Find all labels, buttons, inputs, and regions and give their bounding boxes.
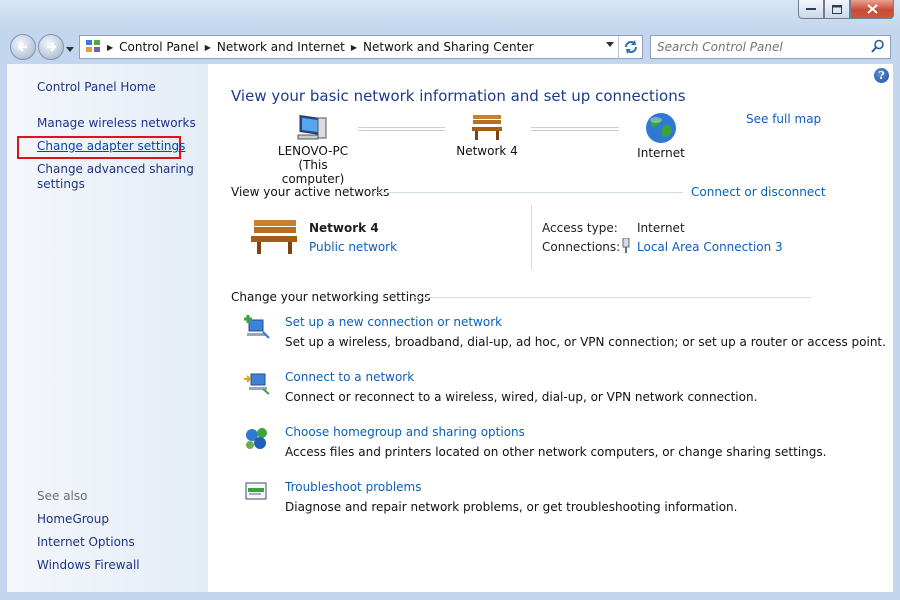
sidebar-link-change-adapter[interactable]: Change adapter settings xyxy=(37,139,185,154)
address-dropdown[interactable] xyxy=(606,41,614,50)
bench-icon xyxy=(251,220,297,254)
active-networks-heading: View your active networks xyxy=(231,185,390,199)
task-title[interactable]: Choose homegroup and sharing options xyxy=(285,424,826,440)
bench-icon xyxy=(472,115,502,140)
connect-or-disconnect-link[interactable]: Connect or disconnect xyxy=(691,185,826,199)
task-connect-network: Connect to a network Connect or reconnec… xyxy=(244,369,758,405)
maximize-icon xyxy=(832,4,842,14)
title-bar xyxy=(0,0,900,30)
task-title[interactable]: Connect to a network xyxy=(285,369,757,385)
internet-map-name: Internet xyxy=(637,146,685,160)
task-new-connection: Set up a new connection or network Set u… xyxy=(244,314,886,350)
connect-network-icon xyxy=(243,369,271,397)
chevron-down-icon xyxy=(606,42,614,47)
globe-icon xyxy=(646,113,676,143)
see-also-heading: See also xyxy=(37,489,88,503)
access-type-label: Access type: xyxy=(542,221,618,235)
forward-button[interactable] xyxy=(38,34,64,60)
computer-name: LENOVO-PC xyxy=(277,144,349,158)
computer-sub: (This computer) xyxy=(281,158,345,186)
network-type-link[interactable]: Public network xyxy=(309,240,397,254)
local-area-connection-link[interactable]: Local Area Connection 3 xyxy=(637,240,783,254)
task-description: Connect or reconnect to a wireless, wire… xyxy=(285,390,758,404)
window-frame-bottom xyxy=(0,592,900,600)
breadcrumb-network-and-internet[interactable]: Network and Internet xyxy=(217,40,345,54)
search-icon[interactable] xyxy=(871,39,885,56)
section-divider xyxy=(373,192,683,193)
task-description: Diagnose and repair network problems, or… xyxy=(285,500,738,514)
active-network-name: Network 4 xyxy=(309,221,379,235)
computer-icon xyxy=(297,114,327,140)
search-input[interactable] xyxy=(651,40,861,54)
see-full-map-link[interactable]: See full map xyxy=(746,112,821,126)
sidebar-link-windows-firewall[interactable]: Windows Firewall xyxy=(37,558,140,573)
task-homegroup: Choose homegroup and sharing options Acc… xyxy=(246,424,827,460)
close-icon xyxy=(866,4,878,14)
control-panel-icon xyxy=(85,38,101,57)
search-box[interactable] xyxy=(650,35,891,59)
forward-arrow-icon xyxy=(47,42,57,52)
homegroup-icon xyxy=(243,424,271,452)
maximize-button[interactable] xyxy=(824,0,850,19)
access-type-value: Internet xyxy=(637,221,685,235)
map-node-network[interactable]: Network 4 xyxy=(447,112,527,158)
vertical-divider xyxy=(531,205,532,270)
task-description: Access files and printers located on oth… xyxy=(285,445,827,459)
minimize-icon xyxy=(806,8,816,10)
window-controls xyxy=(798,0,894,19)
troubleshoot-icon xyxy=(243,479,271,507)
network-map-name: Network 4 xyxy=(456,144,518,158)
refresh-icon xyxy=(624,40,637,54)
window-frame-left xyxy=(0,64,7,592)
main-content: ? View your basic network information an… xyxy=(208,64,893,592)
task-title[interactable]: Set up a new connection or network xyxy=(285,314,886,330)
recent-pages-dropdown[interactable] xyxy=(66,42,74,56)
networking-settings-heading: Change your networking settings xyxy=(231,290,431,304)
ethernet-icon xyxy=(621,237,631,257)
map-connector xyxy=(358,127,445,131)
navigation-bar: ▶ Control Panel ▶ Network and Internet ▶… xyxy=(0,30,900,64)
breadcrumb-separator[interactable]: ▶ xyxy=(107,43,113,52)
help-button[interactable]: ? xyxy=(874,68,889,83)
map-node-computer[interactable]: LENOVO-PC (This computer) xyxy=(268,112,358,186)
new-connection-icon xyxy=(243,314,271,342)
connections-label: Connections: xyxy=(542,240,621,254)
refresh-button[interactable] xyxy=(618,36,642,58)
sidebar-link-homegroup[interactable]: HomeGroup xyxy=(37,512,109,527)
sidebar-link-manage-wireless[interactable]: Manage wireless networks xyxy=(37,116,196,131)
sidebar-link-internet-options[interactable]: Internet Options xyxy=(37,535,135,550)
section-divider xyxy=(412,297,811,298)
help-icon: ? xyxy=(878,69,885,82)
chevron-down-icon xyxy=(66,47,74,52)
active-network-icon xyxy=(248,214,300,259)
back-arrow-icon xyxy=(17,42,27,52)
page-title: View your basic network information and … xyxy=(231,87,686,105)
task-title[interactable]: Troubleshoot problems xyxy=(285,479,737,495)
map-node-internet[interactable]: Internet xyxy=(621,112,701,160)
breadcrumb-separator[interactable]: ▶ xyxy=(351,43,357,52)
back-button[interactable] xyxy=(10,34,36,60)
map-connector xyxy=(531,127,619,131)
minimize-button[interactable] xyxy=(798,0,824,19)
breadcrumb-control-panel[interactable]: Control Panel xyxy=(119,40,199,54)
address-bar[interactable]: ▶ Control Panel ▶ Network and Internet ▶… xyxy=(79,35,643,59)
sidebar-link-advanced-sharing[interactable]: Change advanced sharing settings xyxy=(37,162,197,192)
close-button[interactable] xyxy=(850,0,894,19)
sidebar: Control Panel Home Manage wireless netwo… xyxy=(7,64,208,592)
breadcrumb-network-sharing-center[interactable]: Network and Sharing Center xyxy=(363,40,534,54)
window-frame-right xyxy=(893,64,900,592)
task-troubleshoot: Troubleshoot problems Diagnose and repai… xyxy=(245,479,738,515)
sidebar-link-control-panel-home[interactable]: Control Panel Home xyxy=(37,80,156,95)
task-description: Set up a wireless, broadband, dial-up, a… xyxy=(285,335,886,349)
breadcrumb-separator[interactable]: ▶ xyxy=(205,43,211,52)
